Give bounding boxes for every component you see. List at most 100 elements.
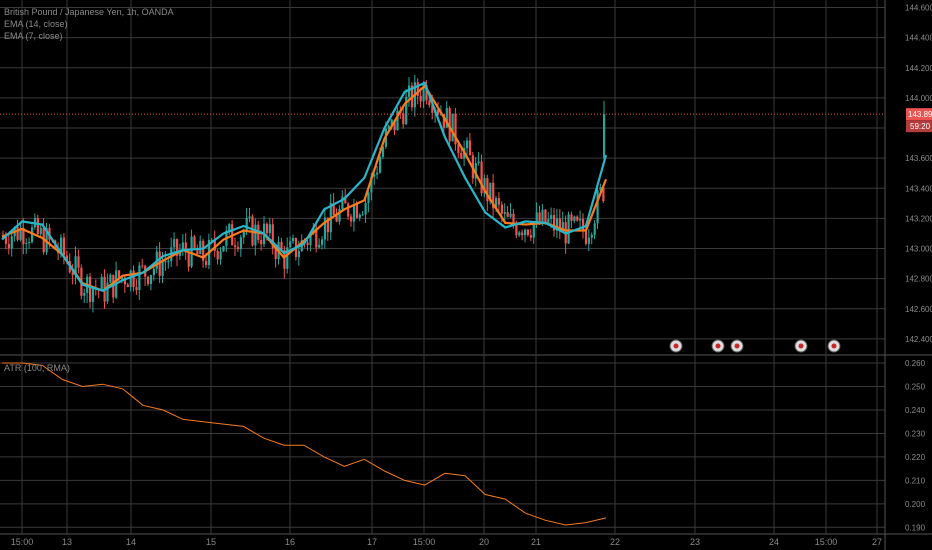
candle-body[interactable] [205,260,208,265]
candle-body[interactable] [292,238,295,242]
candle-body[interactable] [361,214,364,216]
candle-body[interactable] [376,172,379,175]
candle-body[interactable] [567,214,570,244]
candle-body[interactable] [318,244,321,248]
candle-body[interactable] [590,234,593,238]
candle-body[interactable] [468,140,472,156]
candle-body[interactable] [584,231,588,244]
candle-body[interactable] [460,152,463,159]
candle-body[interactable] [7,243,10,249]
candle-body[interactable] [109,274,112,283]
candle-body[interactable] [451,113,454,142]
candle-body[interactable] [593,223,596,235]
candle-body[interactable] [190,236,193,267]
candle-body[interactable] [138,265,141,291]
candle-body[interactable] [570,214,573,222]
candle-body[interactable] [518,232,521,236]
candle-body[interactable] [550,215,553,220]
candle-body[interactable] [497,198,501,205]
candle-body[interactable] [260,239,263,245]
candle-body[interactable] [248,216,251,218]
candle-body[interactable] [596,190,599,224]
candle-body[interactable] [242,231,245,238]
candle-body[interactable] [268,224,271,234]
candle-body[interactable] [135,287,138,291]
candle-body[interactable] [234,245,237,248]
candle-body[interactable] [500,204,503,214]
candle-body[interactable] [245,217,248,232]
candle-body[interactable] [529,235,532,238]
candle-body[interactable] [149,274,153,285]
candle-body[interactable] [532,223,535,238]
candle-body[interactable] [419,95,422,102]
candle-body[interactable] [39,227,42,234]
candle-body[interactable] [477,161,480,164]
candle-body[interactable] [161,261,164,276]
candle-body[interactable] [576,216,579,221]
candle-body[interactable] [77,256,80,268]
candle-body[interactable] [164,261,167,263]
candle-body[interactable] [297,251,300,258]
candle-body[interactable] [236,247,240,250]
candle-body[interactable] [228,224,231,231]
candle-body[interactable] [141,265,144,267]
candle-body[interactable] [524,229,527,236]
candle-body[interactable] [100,276,103,290]
candle-body[interactable] [10,236,13,249]
candle-body[interactable] [89,276,92,302]
candle-body[interactable] [129,270,132,288]
candle-body[interactable] [480,161,483,194]
candle-body[interactable] [199,240,202,255]
candle-body[interactable] [167,261,170,263]
candle-body[interactable] [152,268,155,275]
candle-body[interactable] [515,224,518,236]
candle-body[interactable] [509,213,512,217]
candle-body[interactable] [503,212,506,214]
candle-body[interactable] [321,239,324,245]
atr-tick-label: 0.250 [905,383,926,392]
candle-body[interactable] [216,251,219,260]
candle-body[interactable] [16,226,19,240]
candle-body[interactable] [579,219,582,221]
candle-body[interactable] [62,237,66,256]
candle-body[interactable] [379,156,382,173]
candle-body[interactable] [187,252,190,267]
candle-body[interactable] [254,224,257,246]
candle-body[interactable] [573,216,576,222]
candle-body[interactable] [222,246,225,252]
candle-body[interactable] [126,284,129,288]
candle-body[interactable] [219,251,222,260]
candle-body[interactable] [36,218,39,234]
time-tick-label: 21 [531,537,541,547]
candle-body[interactable] [83,292,86,296]
candle-body[interactable] [355,204,358,218]
candle-body[interactable] [289,241,292,248]
candle-body[interactable] [587,237,590,244]
candle-body[interactable] [25,242,28,244]
atr-tick-label: 0.220 [905,453,926,462]
candle-body[interactable] [347,203,350,217]
candle-body[interactable] [466,140,469,149]
candle-body[interactable] [506,212,509,217]
candle-body[interactable] [306,242,309,246]
candle-body[interactable] [193,236,196,249]
candle-body[interactable] [91,288,95,302]
candle-body[interactable] [358,214,361,218]
candle-body[interactable] [147,276,150,285]
candle-body[interactable] [28,241,31,243]
candle-body[interactable] [521,232,524,236]
candle-body[interactable] [428,100,431,106]
candle-body[interactable] [402,113,405,125]
candle-body[interactable] [352,204,356,222]
candle-body[interactable] [603,114,606,159]
candle-body[interactable] [239,237,242,250]
trading-chart[interactable]: 144.600144.400144.200144.000143.800143.6… [0,0,932,550]
candle-body[interactable] [364,202,367,215]
candle-body[interactable] [526,229,530,236]
candle-body[interactable] [541,209,544,224]
candle-body[interactable] [265,223,269,234]
candle-body[interactable] [173,239,176,248]
candle-body[interactable] [350,216,353,222]
candle-body[interactable] [544,209,547,224]
candle-body[interactable] [367,192,370,203]
